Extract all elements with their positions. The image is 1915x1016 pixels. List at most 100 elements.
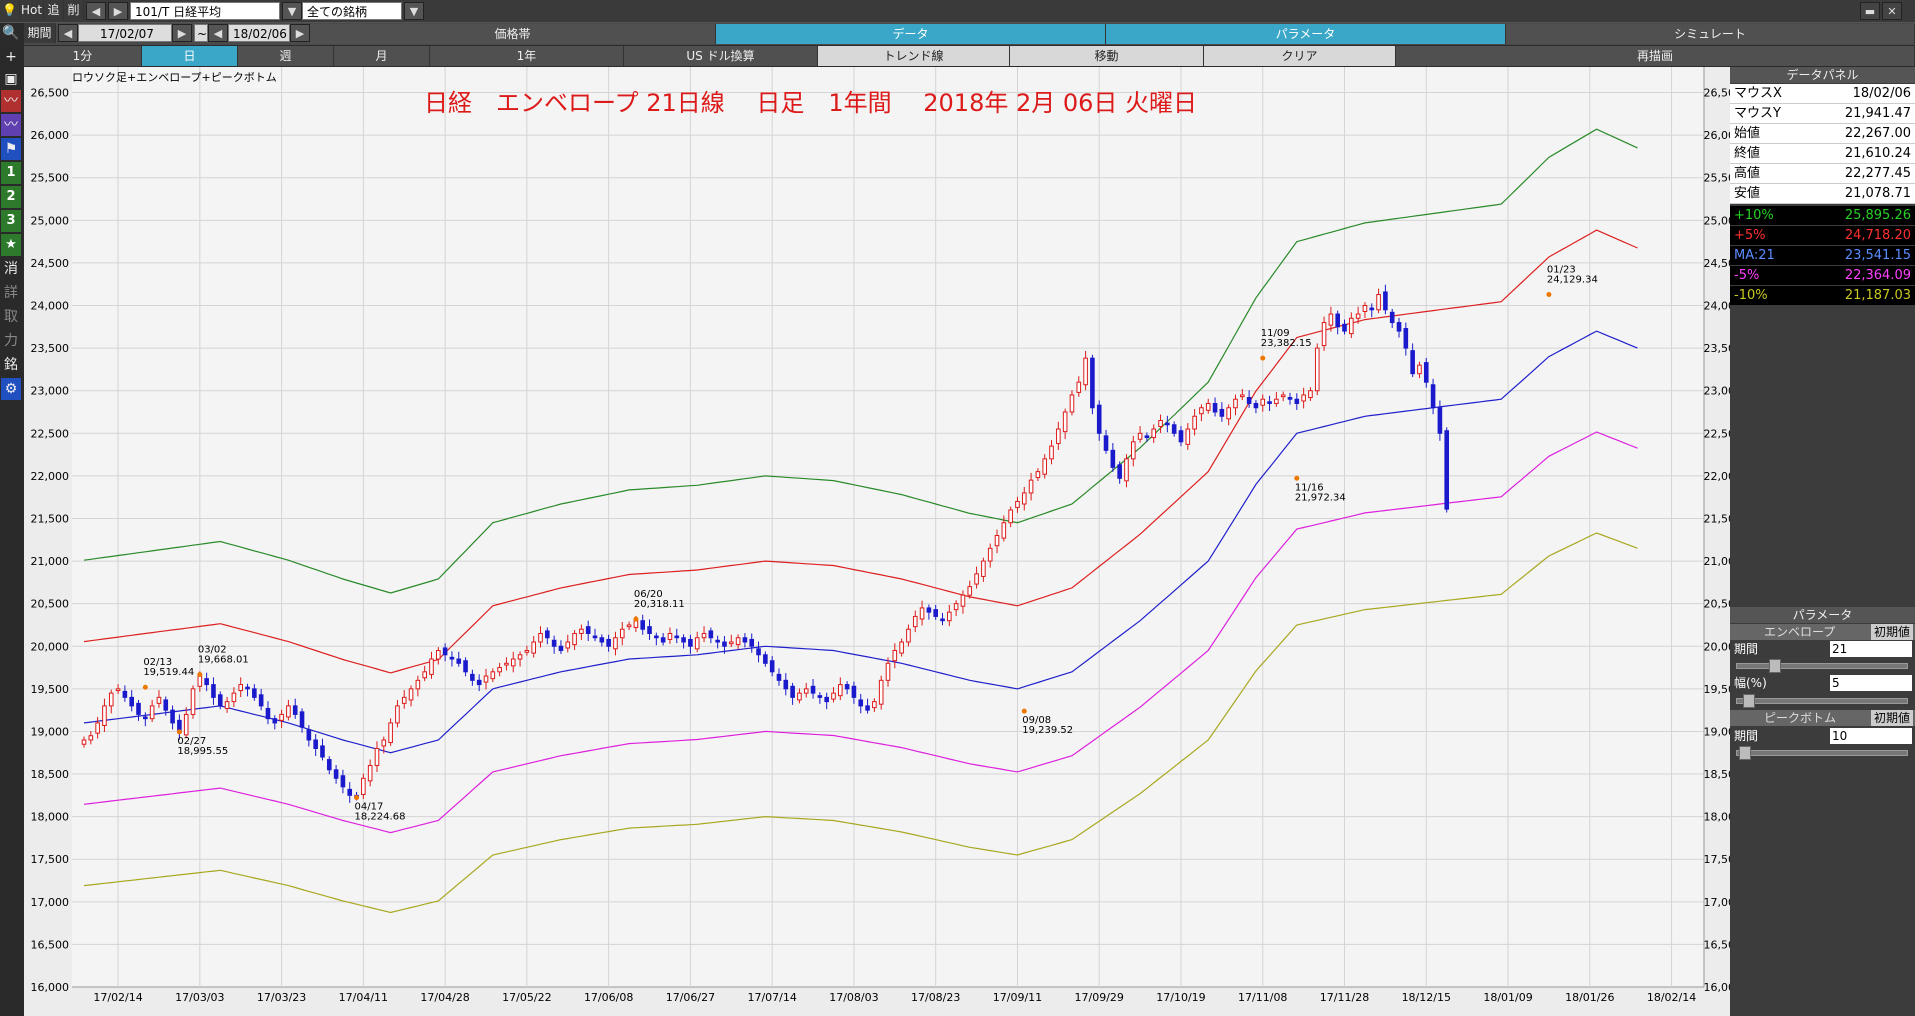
interval-month[interactable]: 月 bbox=[334, 46, 430, 66]
y-tick-label: 24,500 bbox=[31, 257, 70, 270]
candle-body bbox=[483, 675, 489, 683]
candle-body bbox=[1076, 381, 1082, 393]
interval-week[interactable]: 週 bbox=[238, 46, 334, 66]
preset-3-button[interactable]: 3 bbox=[1, 210, 21, 232]
candle-body bbox=[1008, 509, 1013, 524]
chart-area[interactable]: 02/13 19,519.44 03/02 19,668.01 02/27 18,995.… bbox=[24, 67, 1730, 1016]
candle-body bbox=[361, 777, 366, 795]
x-tick-label: 17/08/03 bbox=[829, 991, 878, 1004]
candle-body bbox=[88, 735, 94, 741]
fetch-button[interactable]: 取 bbox=[1, 306, 21, 328]
usd-convert-button[interactable]: US ドル換算 bbox=[624, 46, 818, 66]
next-date-icon[interactable]: ▶ bbox=[172, 24, 192, 42]
delete-button[interactable]: 削 bbox=[64, 0, 84, 20]
width-input[interactable]: 5 bbox=[1830, 675, 1912, 691]
tab-data[interactable]: データ bbox=[716, 24, 1106, 44]
candle-body bbox=[217, 694, 223, 707]
interval-1min[interactable]: 1分 bbox=[24, 46, 142, 66]
preset-2-button[interactable]: 2 bbox=[1, 186, 21, 208]
y-tick-label: 22,000 bbox=[1704, 470, 1731, 483]
symbol-field[interactable]: 101/T 日経平均 bbox=[130, 2, 280, 20]
interval-day[interactable]: 日 bbox=[142, 46, 238, 66]
star-icon[interactable]: ★ bbox=[1, 234, 21, 256]
next-symbol-icon[interactable]: ▶ bbox=[108, 2, 128, 20]
y-tick-label: 18,000 bbox=[1704, 811, 1731, 824]
period-input[interactable]: 21 bbox=[1830, 641, 1912, 657]
trendline-button[interactable]: トレンド線 bbox=[818, 46, 1010, 66]
reset-peak-button[interactable]: 初期値 bbox=[1870, 710, 1913, 726]
stock-button[interactable]: 銘 bbox=[1, 354, 21, 376]
candle-body bbox=[204, 678, 209, 686]
candle-body bbox=[510, 658, 516, 667]
interval-1year[interactable]: 1年 bbox=[430, 46, 624, 66]
candle-body bbox=[790, 685, 795, 698]
candle-body bbox=[1287, 397, 1293, 400]
pb-period-input[interactable]: 10 bbox=[1830, 728, 1912, 744]
prev-date-icon[interactable]: ◀ bbox=[208, 24, 228, 42]
candle-body bbox=[885, 662, 891, 681]
flag-icon[interactable]: ⚑ bbox=[1, 138, 21, 160]
candle-body bbox=[497, 667, 502, 673]
tab-parameters[interactable]: パラメータ bbox=[1106, 24, 1506, 44]
preset-1-button[interactable]: 1 bbox=[1, 162, 21, 184]
candle-body bbox=[681, 637, 686, 643]
detail-button[interactable]: 詳 bbox=[1, 282, 21, 304]
candle-body bbox=[1185, 428, 1191, 445]
line-chart2-icon[interactable]: 〰 bbox=[1, 114, 21, 136]
y-tick-label: 22,500 bbox=[1704, 427, 1731, 440]
power-button[interactable]: 力 bbox=[1, 330, 21, 352]
candle-body bbox=[197, 675, 203, 687]
camera-icon[interactable]: ▣ bbox=[1, 68, 21, 90]
top-toolbar: 💡 Hot 追 削 ◀ ▶ 101/T 日経平均 ▼ 全ての銘柄 ▼ ▬ ✕ bbox=[0, 0, 1915, 23]
period-slider[interactable] bbox=[1736, 659, 1908, 673]
move-button[interactable]: 移動 bbox=[1010, 46, 1204, 66]
line-chart-icon[interactable]: 〰 bbox=[1, 90, 21, 112]
envelope-label: MA:21 bbox=[1734, 248, 1775, 263]
peak-bottom-header: ピークボトム 初期値 bbox=[1730, 710, 1915, 726]
clear-button[interactable]: クリア bbox=[1204, 46, 1396, 66]
universe-field[interactable]: 全ての銘柄 bbox=[302, 2, 402, 20]
candle-body bbox=[245, 686, 250, 690]
candle-body bbox=[892, 650, 898, 662]
plus-icon[interactable]: + bbox=[1, 46, 21, 68]
candle-body bbox=[381, 739, 387, 747]
add-button[interactable]: 追 bbox=[44, 0, 64, 20]
candle-body bbox=[538, 632, 543, 643]
minimize-icon[interactable]: ▬ bbox=[1860, 2, 1880, 20]
hot-button[interactable]: Hot bbox=[20, 0, 44, 20]
date-to-field[interactable]: 18/02/06 bbox=[228, 24, 290, 42]
tab-price-band[interactable]: 価格帯 bbox=[310, 24, 716, 44]
chevron-down-icon[interactable]: ▼ bbox=[282, 2, 302, 20]
candle-body bbox=[367, 765, 373, 782]
close-icon[interactable]: ✕ bbox=[1882, 2, 1902, 20]
y-tick-label: 20,500 bbox=[31, 598, 70, 611]
candle-body bbox=[436, 650, 441, 660]
width-slider[interactable] bbox=[1736, 694, 1908, 708]
candle-body bbox=[1096, 404, 1102, 434]
y-tick-label: 20,000 bbox=[31, 640, 70, 653]
reset-envelope-button[interactable]: 初期値 bbox=[1870, 624, 1913, 640]
pb-period-slider[interactable] bbox=[1736, 746, 1908, 760]
x-tick-label: 17/03/03 bbox=[175, 991, 224, 1004]
candle-body bbox=[1301, 394, 1306, 402]
x-tick-label: 17/11/28 bbox=[1320, 991, 1369, 1004]
tab-simulate[interactable]: シミュレート bbox=[1506, 24, 1915, 44]
candlestick-chart[interactable]: 02/1319,519.4403/0219,668.0102/2718,995.… bbox=[24, 67, 1730, 1016]
candle-body bbox=[960, 594, 966, 607]
search-icon[interactable]: 🔍 bbox=[1, 22, 21, 44]
redraw-button[interactable]: 再描画 bbox=[1396, 46, 1915, 66]
candle-body bbox=[190, 688, 196, 715]
bulb-icon[interactable]: 💡 bbox=[0, 0, 20, 20]
next-date-icon[interactable]: ▶ bbox=[290, 24, 310, 42]
date-from-field[interactable]: 17/02/07 bbox=[78, 24, 172, 42]
candle-body bbox=[728, 641, 734, 645]
candle-body bbox=[599, 637, 605, 643]
prev-symbol-icon[interactable]: ◀ bbox=[86, 2, 106, 20]
candle-body bbox=[619, 628, 625, 639]
erase-button[interactable]: 消 bbox=[1, 258, 21, 280]
chevron-down-icon[interactable]: ▼ bbox=[404, 2, 424, 20]
candle-body bbox=[572, 632, 577, 646]
candle-body bbox=[974, 573, 979, 585]
prev-date-icon[interactable]: ◀ bbox=[58, 24, 78, 42]
gear-icon[interactable]: ⚙ bbox=[1, 378, 21, 400]
